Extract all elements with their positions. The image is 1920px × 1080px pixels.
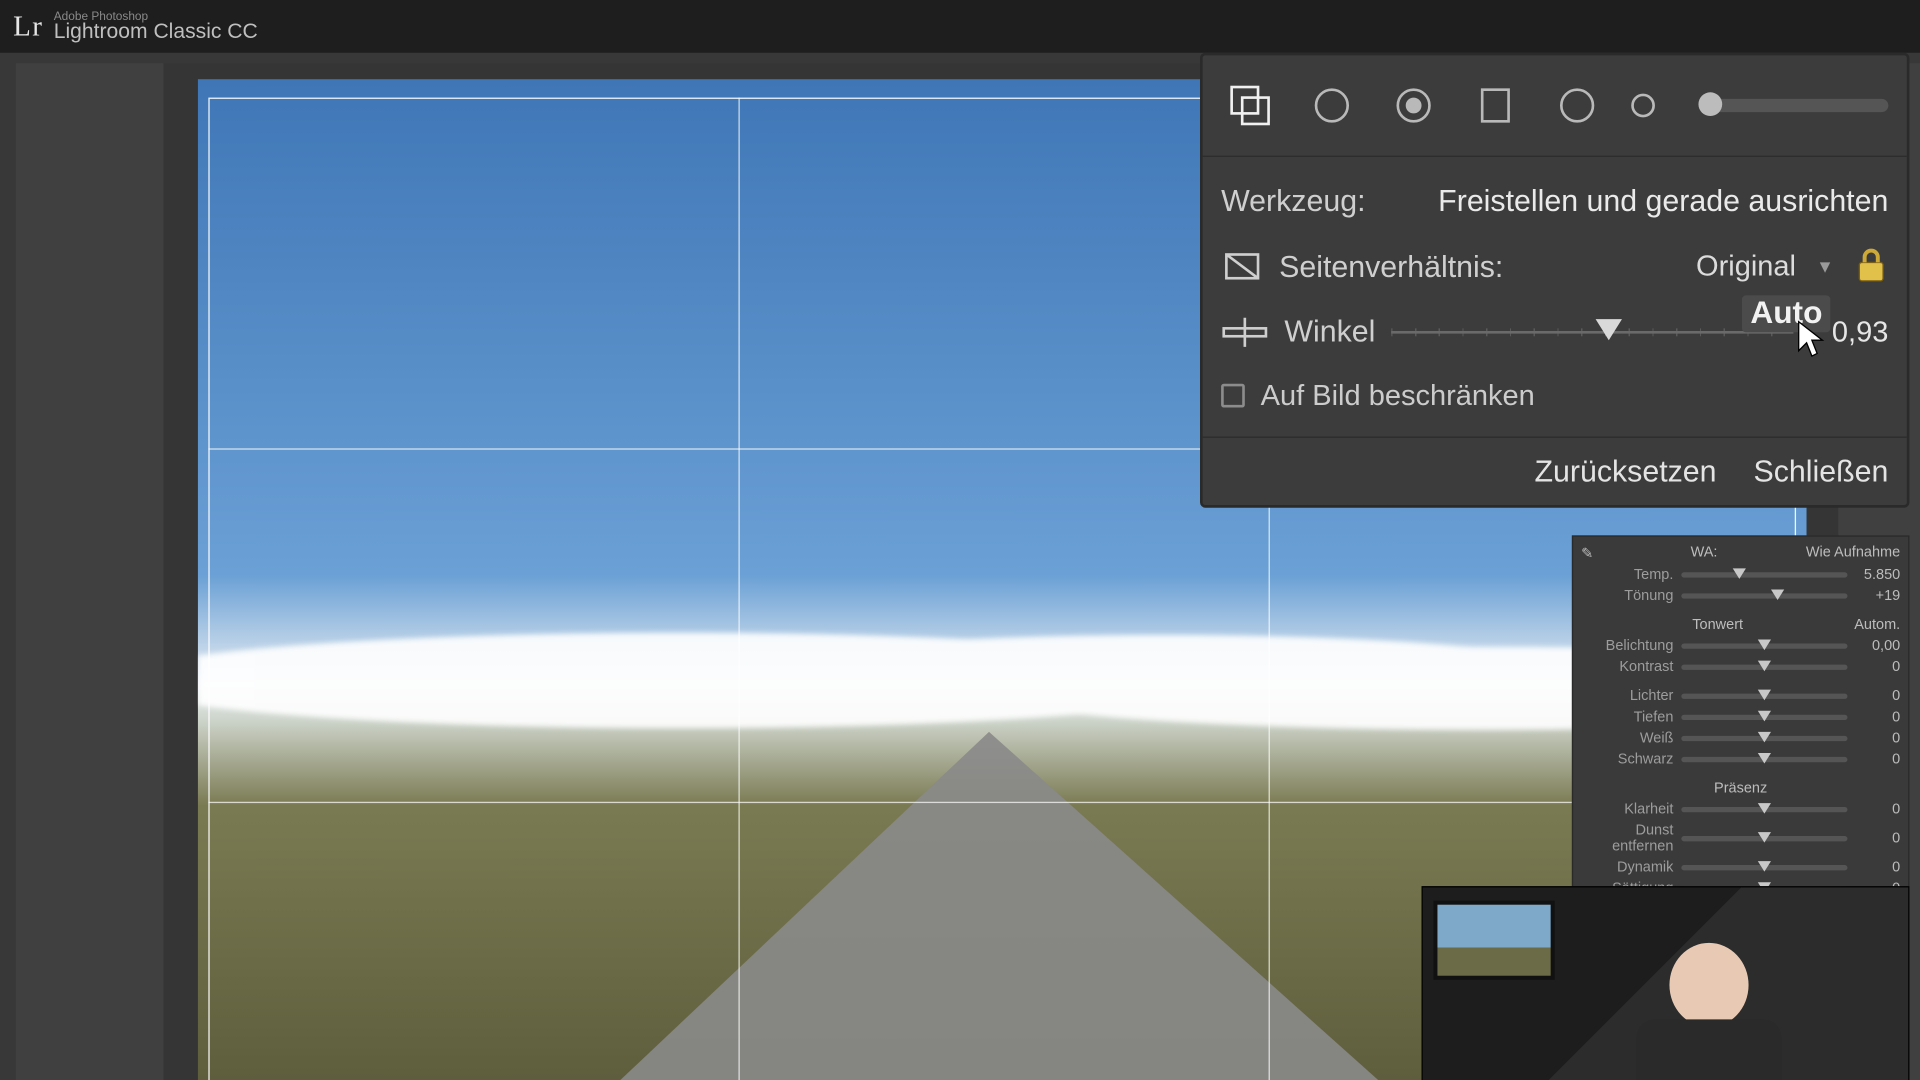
dehaze-slider[interactable] (1681, 836, 1847, 841)
clarity-value[interactable]: 0 (1855, 802, 1900, 818)
constrain-label: Auf Bild beschränken (1261, 378, 1535, 412)
blacks-value[interactable]: 0 (1855, 752, 1900, 768)
graduated-filter-icon[interactable] (1466, 76, 1524, 134)
tint-slider[interactable] (1681, 593, 1847, 598)
contrast-label: Kontrast (1581, 659, 1673, 675)
app-logo: Lr (13, 9, 43, 43)
aspect-ratio-caret-icon[interactable]: ▾ (1820, 253, 1831, 279)
separator (1203, 156, 1907, 157)
crop-tool-icon[interactable] (1221, 76, 1279, 134)
shadows-value[interactable]: 0 (1855, 709, 1900, 725)
tool-name-row: Werkzeug: Freistellen und gerade ausrich… (1221, 170, 1888, 232)
titlebar: Lr Adobe Photoshop Lightroom Classic CC (0, 0, 1920, 53)
aspect-lock-icon[interactable] (1854, 247, 1888, 287)
redeye-icon[interactable] (1385, 76, 1443, 134)
angle-knob[interactable] (1595, 318, 1621, 339)
exposure-value[interactable]: 0,00 (1855, 638, 1900, 654)
tint-label: Tönung (1581, 588, 1673, 604)
temp-label: Temp. (1581, 567, 1673, 583)
slider-knob[interactable] (1698, 92, 1722, 116)
close-button[interactable]: Schließen (1753, 454, 1888, 490)
contrast-slider[interactable] (1681, 665, 1847, 670)
exposure-label: Belichtung (1581, 638, 1673, 654)
blacks-label: Schwarz (1581, 752, 1673, 768)
vibrance-value[interactable]: 0 (1855, 860, 1900, 876)
blacks-slider[interactable] (1681, 757, 1847, 762)
highlights-label: Lichter (1581, 688, 1673, 704)
highlights-value[interactable]: 0 (1855, 688, 1900, 704)
highlights-slider[interactable] (1681, 694, 1847, 699)
aspect-ratio-value[interactable]: Original (1696, 249, 1796, 283)
aspect-ratio-icon[interactable] (1221, 245, 1263, 287)
aspect-ratio-label: Seitenverhältnis: (1279, 249, 1503, 285)
shadows-label: Tiefen (1581, 709, 1673, 725)
presence-header: Präsenz (1714, 781, 1767, 797)
whites-label: Weiß (1581, 731, 1673, 747)
exposure-slider[interactable] (1681, 644, 1847, 649)
constrain-row: Auf Bild beschränken (1221, 363, 1888, 437)
wb-value[interactable]: Wie Aufnahme (1806, 545, 1900, 562)
app-name: Lightroom Classic CC (54, 22, 258, 43)
temp-value[interactable]: 5.850 (1855, 567, 1900, 583)
tint-value[interactable]: +19 (1855, 588, 1900, 604)
shadows-slider[interactable] (1681, 715, 1847, 720)
clarity-label: Klarheit (1581, 802, 1673, 818)
reset-button[interactable]: Zurücksetzen (1534, 454, 1716, 490)
main-area: Werkzeug: Freistellen und gerade ausrich… (0, 53, 1920, 1080)
angle-label: Winkel (1284, 314, 1375, 350)
whites-slider[interactable] (1681, 736, 1847, 741)
tool-name: Freistellen und gerade ausrichten (1438, 183, 1888, 219)
clarity-slider[interactable] (1681, 807, 1847, 812)
spot-removal-icon[interactable] (1303, 76, 1361, 134)
panel-buttons: Zurücksetzen Schließen (1203, 436, 1907, 489)
crop-tool-panel: Werkzeug: Freistellen und gerade ausrich… (1200, 53, 1909, 508)
dehaze-value[interactable]: 0 (1855, 831, 1900, 847)
vibrance-label: Dynamik (1581, 860, 1673, 876)
app-title: Adobe Photoshop Lightroom Classic CC (54, 10, 258, 43)
brush-size-slider[interactable] (1698, 99, 1888, 112)
contrast-value[interactable]: 0 (1855, 659, 1900, 675)
tool-label: Werkzeug: (1221, 183, 1365, 219)
toolstrip (1221, 69, 1888, 151)
tone-auto-button[interactable]: Autom. (1854, 617, 1900, 633)
crop-grid-line (208, 802, 1796, 803)
tone-header: Tonwert (1692, 617, 1743, 633)
straighten-icon[interactable] (1221, 315, 1268, 349)
aspect-ratio-row: Seitenverhältnis: Original ▾ (1221, 232, 1888, 301)
webcam-overlay (1422, 886, 1910, 1080)
whites-value[interactable]: 0 (1855, 731, 1900, 747)
crop-grid-line (738, 98, 739, 1080)
vibrance-slider[interactable] (1681, 865, 1847, 870)
angle-slider[interactable] (1391, 328, 1793, 336)
angle-track (1391, 330, 1793, 333)
constrain-checkbox[interactable] (1221, 384, 1245, 408)
radial-filter-icon[interactable] (1548, 76, 1606, 134)
temp-slider[interactable] (1681, 572, 1847, 577)
dehaze-label: Dunst entfernen (1581, 823, 1673, 855)
adjustment-brush-icon[interactable] (1630, 76, 1664, 134)
app-product-line: Adobe Photoshop (54, 10, 258, 22)
wb-label: WA: (1691, 545, 1718, 562)
angle-auto-button[interactable]: Auto (1742, 295, 1830, 332)
